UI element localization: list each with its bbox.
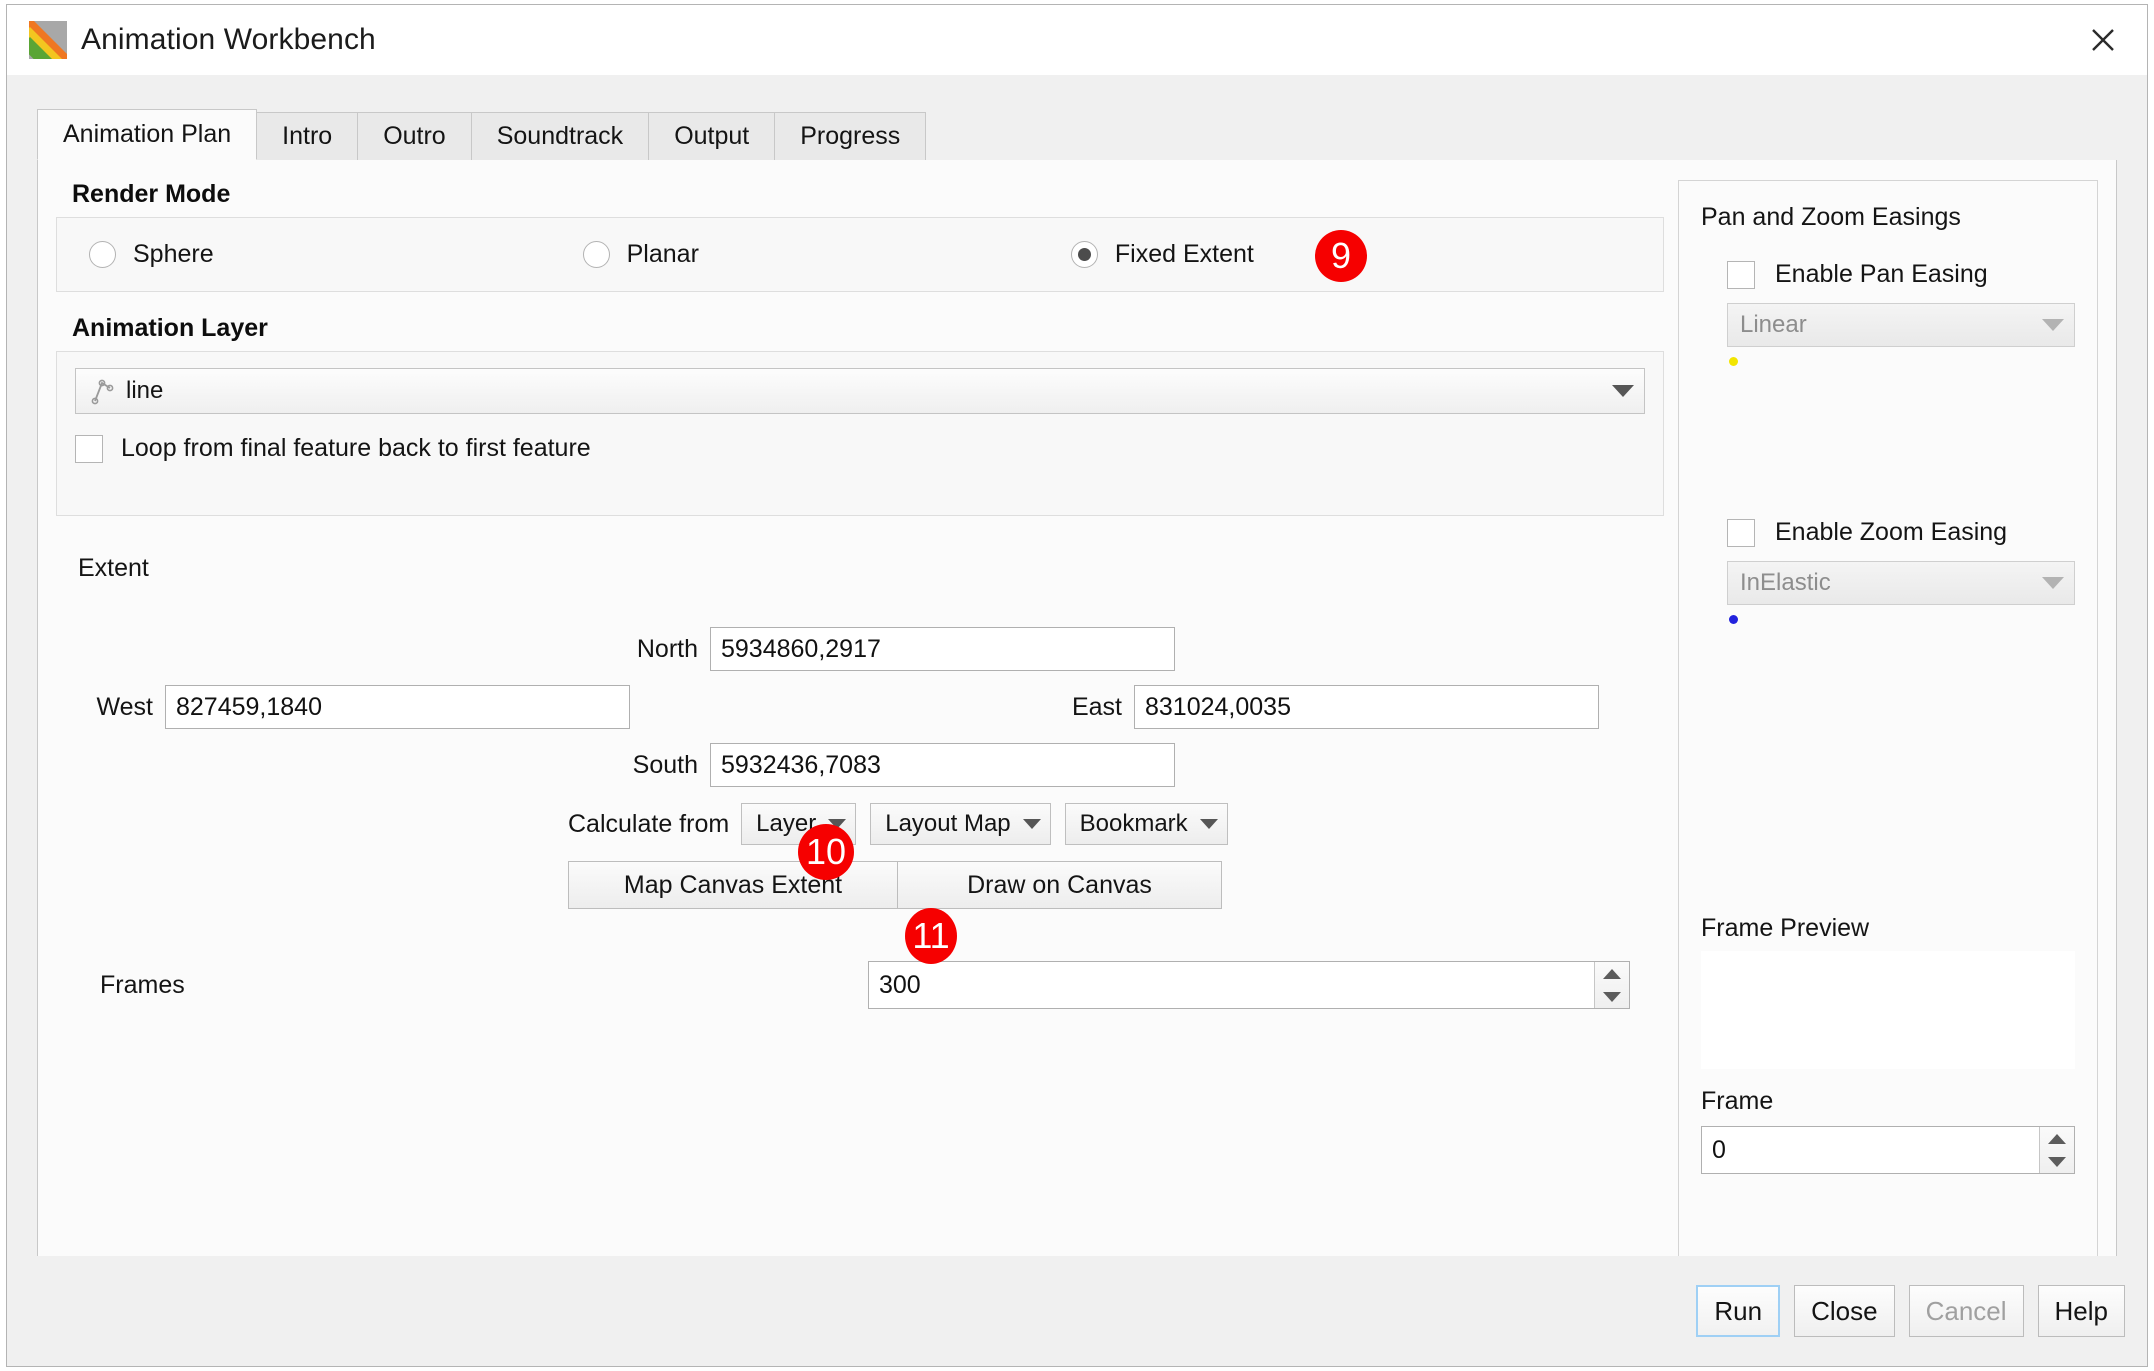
chevron-down-icon — [1612, 385, 1634, 397]
tab-soundtrack[interactable]: Soundtrack — [470, 112, 650, 160]
west-input[interactable]: 827459,1840 — [165, 685, 630, 729]
calculate-from-layer-combo[interactable]: Layer — [741, 803, 857, 845]
radio-planar-icon — [582, 241, 610, 268]
loop-feature-checkbox-row[interactable]: Loop from final feature back to first fe… — [75, 434, 1645, 463]
calculate-from-bookmark-label: Bookmark — [1079, 810, 1188, 837]
dialog-body: Animation Plan Intro Outro Soundtrack Ou… — [7, 75, 2147, 1366]
frame-spinner[interactable]: 0 — [1701, 1126, 2075, 1174]
enable-zoom-easing-checkbox[interactable] — [1727, 518, 1755, 547]
tab-bar: Animation Plan Intro Outro Soundtrack Ou… — [37, 109, 2117, 161]
line-layer-icon — [88, 376, 118, 406]
spinner-up-icon[interactable] — [1603, 968, 1621, 979]
chevron-down-icon — [2042, 319, 2064, 331]
spinner-down-icon[interactable] — [1603, 991, 1621, 1002]
extent-button-row: Map Canvas Extent Draw on Canvas — [78, 861, 1664, 909]
north-field-row: North 5934860,2917 — [78, 627, 1664, 671]
tab-output[interactable]: Output — [648, 112, 776, 160]
tab-progress[interactable]: Progress — [774, 112, 927, 160]
chevron-down-icon — [828, 819, 847, 829]
frames-row: Frames 300 — [78, 961, 1664, 1009]
calculate-from-bookmark-combo[interactable]: Bookmark — [1064, 803, 1228, 845]
render-mode-title: Render Mode — [72, 180, 231, 208]
enable-zoom-easing-row[interactable]: Enable Zoom Easing — [1701, 518, 2075, 547]
animation-layer-combo[interactable]: line — [75, 368, 1645, 414]
zoom-easing-value: InElastic — [1740, 569, 1831, 596]
north-label: North — [636, 634, 698, 663]
south-input[interactable]: 5932436,7083 — [710, 743, 1175, 787]
north-input[interactable]: 5934860,2917 — [710, 627, 1175, 671]
west-label: West — [96, 692, 154, 721]
map-canvas-extent-button[interactable]: Map Canvas Extent — [568, 861, 898, 909]
render-mode-panel: Sphere Planar Fixed Extent — [56, 217, 1664, 292]
enable-zoom-easing-label: Enable Zoom Easing — [1775, 518, 2008, 546]
render-mode-fixed-extent[interactable]: Fixed Extent — [1070, 240, 1254, 269]
pan-zoom-easings-panel: Pan and Zoom Easings Enable Pan Easing L… — [1678, 180, 2098, 1275]
pan-easing-preview-dot — [1729, 357, 1738, 366]
frame-preview-title: Frame Preview — [1701, 914, 1870, 942]
window-title: Animation Workbench — [81, 23, 376, 56]
east-label: East — [1071, 692, 1122, 721]
calculate-from-label: Calculate from — [568, 809, 730, 838]
render-mode-planar-label: Planar — [626, 240, 699, 268]
frames-label: Frames — [100, 970, 185, 999]
calculate-from-layout-map-combo[interactable]: Layout Map — [870, 803, 1051, 845]
frames-input[interactable]: 300 — [869, 962, 1594, 1008]
frame-spinner-buttons[interactable] — [2039, 1127, 2074, 1173]
dialog-footer: Run Close Cancel Help — [7, 1256, 2147, 1366]
loop-feature-checkbox[interactable] — [75, 434, 103, 463]
frame-preview-box — [1701, 951, 2075, 1069]
run-button[interactable]: Run — [1696, 1285, 1781, 1337]
south-field-row: South 5932436,7083 — [78, 743, 1664, 787]
screenshot-root: Animation Workbench Animation Plan Intro… — [0, 0, 2154, 1371]
loop-feature-label: Loop from final feature back to first fe… — [121, 434, 591, 462]
animation-plan-page: Render Mode Sphere Planar Fixed Extent A… — [37, 160, 2117, 1325]
title-bar: Animation Workbench — [7, 5, 2147, 75]
extent-section: Extent North 5934860,2917 West 827459,18… — [56, 554, 1664, 1009]
frame-input[interactable]: 0 — [1702, 1127, 2039, 1173]
enable-pan-easing-row[interactable]: Enable Pan Easing — [1701, 260, 2075, 289]
animation-layer-title: Animation Layer — [72, 314, 268, 342]
animation-layer-panel: line Loop from final feature back to fir… — [56, 351, 1664, 516]
enable-pan-easing-label: Enable Pan Easing — [1775, 260, 1988, 288]
tab-intro[interactable]: Intro — [256, 112, 359, 160]
radio-sphere-icon — [89, 241, 116, 268]
pan-easing-combo[interactable]: Linear — [1727, 303, 2075, 347]
radio-fixed-extent-icon — [1070, 241, 1098, 268]
chevron-down-icon — [2042, 577, 2064, 589]
west-east-field-row: West 827459,1840 East 831024,0035 — [78, 685, 1664, 729]
cancel-button: Cancel — [1908, 1285, 2024, 1337]
spinner-up-icon[interactable] — [2048, 1133, 2066, 1144]
chevron-down-icon — [1022, 819, 1041, 829]
render-mode-fixed-extent-label: Fixed Extent — [1114, 240, 1254, 268]
tab-outro[interactable]: Outro — [357, 112, 472, 160]
animation-workbench-window: Animation Workbench Animation Plan Intro… — [6, 4, 2148, 1367]
animation-layer-value: line — [126, 377, 164, 404]
help-button[interactable]: Help — [2037, 1285, 2125, 1337]
zoom-easing-preview-dot — [1729, 615, 1738, 624]
extent-label: Extent — [78, 554, 149, 582]
calculate-from-layout-map-label: Layout Map — [885, 810, 1011, 837]
draw-on-canvas-button[interactable]: Draw on Canvas — [897, 861, 1222, 909]
chevron-down-icon — [1199, 819, 1218, 829]
close-icon[interactable] — [2077, 17, 2129, 63]
calculate-from-layer-label: Layer — [756, 810, 817, 837]
close-button[interactable]: Close — [1794, 1285, 1895, 1337]
spinner-down-icon[interactable] — [2048, 1156, 2066, 1167]
pan-zoom-easings-title: Pan and Zoom Easings — [1701, 203, 1961, 231]
calculate-from-row: Calculate from Layer Layout Map Bookmark — [78, 803, 1664, 845]
frames-spinner[interactable]: 300 — [868, 961, 1630, 1009]
enable-pan-easing-checkbox[interactable] — [1727, 260, 1755, 289]
frames-spinner-buttons[interactable] — [1594, 962, 1629, 1008]
pan-easing-value: Linear — [1740, 311, 1807, 338]
zoom-easing-combo[interactable]: InElastic — [1727, 561, 2075, 605]
qgis-animation-icon — [29, 21, 67, 59]
tab-animation-plan[interactable]: Animation Plan — [37, 109, 258, 160]
render-mode-sphere-label: Sphere — [133, 240, 214, 268]
render-mode-planar[interactable]: Planar — [582, 240, 699, 269]
render-mode-sphere[interactable]: Sphere — [89, 240, 214, 269]
left-column: Render Mode Sphere Planar Fixed Extent A… — [56, 180, 1664, 1009]
east-input[interactable]: 831024,0035 — [1134, 685, 1599, 729]
south-label: South — [632, 750, 698, 779]
frame-title: Frame — [1701, 1087, 1774, 1115]
